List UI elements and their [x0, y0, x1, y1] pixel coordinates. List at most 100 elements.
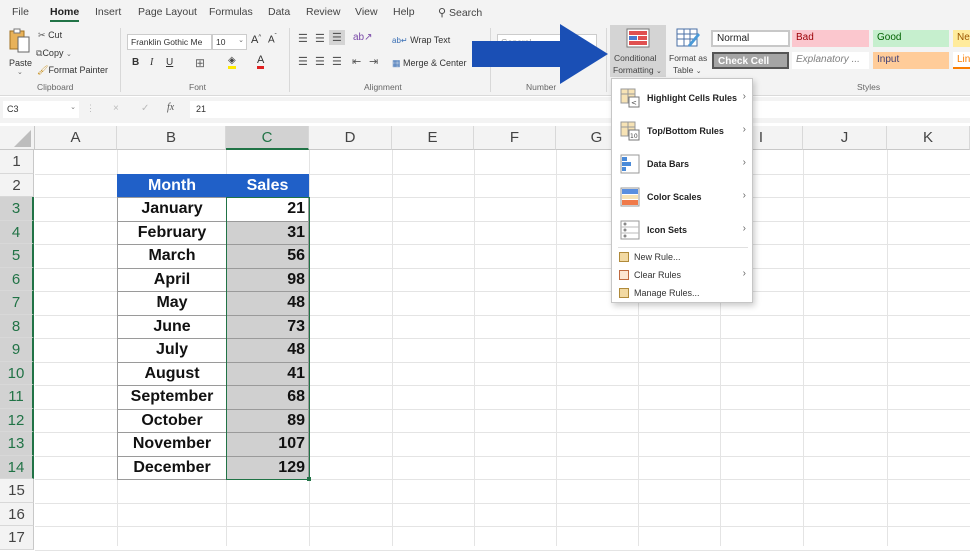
- sales-cell[interactable]: 56: [226, 244, 309, 269]
- tab-help[interactable]: Help: [393, 6, 415, 18]
- format-as-table-button[interactable]: Format as Table ⌄: [667, 25, 709, 77]
- style-good[interactable]: Good: [873, 30, 949, 47]
- tab-home[interactable]: Home: [50, 6, 80, 22]
- bold-button[interactable]: B: [132, 57, 139, 68]
- align-right-button[interactable]: ☰: [332, 55, 342, 68]
- insert-function-button[interactable]: fx: [167, 102, 174, 113]
- merge-center-button[interactable]: ▦ Merge & Center: [392, 58, 467, 69]
- align-center-button[interactable]: ☰: [315, 55, 325, 68]
- month-cell[interactable]: December: [117, 455, 227, 480]
- month-cell[interactable]: October: [117, 408, 227, 433]
- sales-cell[interactable]: 89: [226, 408, 309, 433]
- increase-font-size-button[interactable]: A^: [251, 34, 261, 46]
- month-cell[interactable]: May: [117, 291, 227, 316]
- cut-button[interactable]: ✂ Cut: [38, 30, 62, 41]
- menu-item-highlight-cells-rules[interactable]: < Highlight Cells Rules ›: [612, 83, 752, 113]
- formula-input[interactable]: 21: [190, 101, 970, 118]
- row-header-12[interactable]: 12: [0, 408, 34, 432]
- cancel-button[interactable]: ×: [113, 103, 119, 114]
- align-bottom-button[interactable]: ☰: [329, 30, 345, 45]
- select-all-button[interactable]: [0, 126, 35, 150]
- italic-button[interactable]: I: [150, 57, 153, 68]
- style-linked-cell[interactable]: Lin: [953, 52, 970, 69]
- row-header-1[interactable]: 1: [0, 150, 34, 174]
- row-header-6[interactable]: 6: [0, 267, 34, 291]
- format-painter-button[interactable]: 🖌Format Painter: [37, 65, 108, 76]
- row-header-11[interactable]: 11: [0, 385, 34, 409]
- increase-indent-button[interactable]: ⇥: [369, 55, 378, 68]
- decrease-indent-button[interactable]: ⇤: [352, 55, 361, 68]
- row-header-4[interactable]: 4: [0, 220, 34, 244]
- row-header-5[interactable]: 5: [0, 244, 34, 268]
- sales-cell[interactable]: 21: [226, 197, 309, 222]
- align-top-button[interactable]: ☰: [298, 32, 308, 45]
- sales-cell[interactable]: 41: [226, 361, 309, 386]
- tab-data[interactable]: Data: [268, 6, 290, 18]
- name-box[interactable]: C3 ⌄: [3, 101, 79, 118]
- conditional-formatting-button[interactable]: Conditional Formatting ⌄: [610, 25, 666, 77]
- sales-cell[interactable]: 48: [226, 291, 309, 316]
- menu-item-manage-rules[interactable]: Manage Rules...: [612, 284, 752, 302]
- underline-button[interactable]: U: [166, 57, 173, 68]
- row-header-8[interactable]: 8: [0, 314, 34, 338]
- tab-file[interactable]: File: [12, 6, 29, 18]
- tab-review[interactable]: Review: [306, 6, 340, 18]
- borders-button[interactable]: ⊞: [195, 56, 205, 70]
- month-cell[interactable]: February: [117, 220, 227, 245]
- style-input[interactable]: Input: [873, 52, 949, 69]
- enter-button[interactable]: ✓: [141, 103, 149, 114]
- fill-color-button[interactable]: ◈: [228, 55, 236, 69]
- font-name-select[interactable]: Franklin Gothic Me: [127, 34, 212, 50]
- column-header-e[interactable]: E: [392, 126, 474, 150]
- column-header-c[interactable]: C: [226, 126, 309, 150]
- column-header-b[interactable]: B: [117, 126, 226, 150]
- style-explanatory[interactable]: Explanatory ...: [792, 52, 869, 69]
- column-header-a[interactable]: A: [35, 126, 117, 150]
- menu-item-top-bottom-rules[interactable]: 10 Top/Bottom Rules ›: [612, 116, 752, 146]
- table-header-month[interactable]: Month: [117, 173, 227, 198]
- search-button[interactable]: ⚲ Search: [438, 6, 482, 19]
- orientation-button[interactable]: ab↗: [353, 32, 373, 43]
- month-cell[interactable]: July: [117, 338, 227, 363]
- column-header-j[interactable]: J: [803, 126, 887, 150]
- row-header-15[interactable]: 15: [0, 479, 34, 503]
- menu-item-clear-rules[interactable]: Clear Rules ›: [612, 266, 752, 284]
- paste-button[interactable]: Paste ⌄: [6, 28, 34, 76]
- menu-item-color-scales[interactable]: Color Scales ›: [612, 182, 752, 212]
- wrap-text-button[interactable]: ab↵ Wrap Text: [392, 35, 450, 45]
- row-header-7[interactable]: 7: [0, 291, 34, 315]
- style-normal[interactable]: Normal: [711, 30, 790, 47]
- table-header-sales[interactable]: Sales: [226, 173, 309, 198]
- style-neutral[interactable]: Ne: [953, 30, 970, 47]
- style-check-cell[interactable]: Check Cell: [712, 52, 789, 69]
- tab-formulas[interactable]: Formulas: [209, 6, 253, 18]
- month-cell[interactable]: June: [117, 314, 227, 339]
- column-header-f[interactable]: F: [474, 126, 556, 150]
- sales-cell[interactable]: 129: [226, 455, 309, 480]
- sales-cell[interactable]: 48: [226, 338, 309, 363]
- sales-cell[interactable]: 31: [226, 220, 309, 245]
- sales-cell[interactable]: 68: [226, 385, 309, 410]
- column-header-k[interactable]: K: [887, 126, 970, 150]
- menu-item-new-rule[interactable]: New Rule...: [612, 248, 752, 266]
- row-header-3[interactable]: 3: [0, 197, 34, 221]
- column-header-d[interactable]: D: [309, 126, 392, 150]
- sales-cell[interactable]: 107: [226, 432, 309, 457]
- font-size-select[interactable]: 10 ⌄: [212, 34, 247, 50]
- month-cell[interactable]: April: [117, 267, 227, 292]
- month-cell[interactable]: November: [117, 432, 227, 457]
- menu-item-data-bars[interactable]: Data Bars ›: [612, 149, 752, 179]
- sales-cell[interactable]: 98: [226, 267, 309, 292]
- fill-handle[interactable]: [307, 477, 311, 481]
- tab-view[interactable]: View: [355, 6, 378, 18]
- month-cell[interactable]: September: [117, 385, 227, 410]
- month-cell[interactable]: August: [117, 361, 227, 386]
- decrease-font-size-button[interactable]: Aˇ: [268, 34, 277, 45]
- row-header-9[interactable]: 9: [0, 338, 34, 362]
- align-left-button[interactable]: ☰: [298, 55, 308, 68]
- font-color-button[interactable]: A: [257, 54, 265, 69]
- tab-page-layout[interactable]: Page Layout: [138, 6, 197, 18]
- style-bad[interactable]: Bad: [792, 30, 869, 47]
- row-header-2[interactable]: 2: [0, 173, 34, 197]
- copy-button[interactable]: ⧉Copy ⌄: [36, 48, 72, 59]
